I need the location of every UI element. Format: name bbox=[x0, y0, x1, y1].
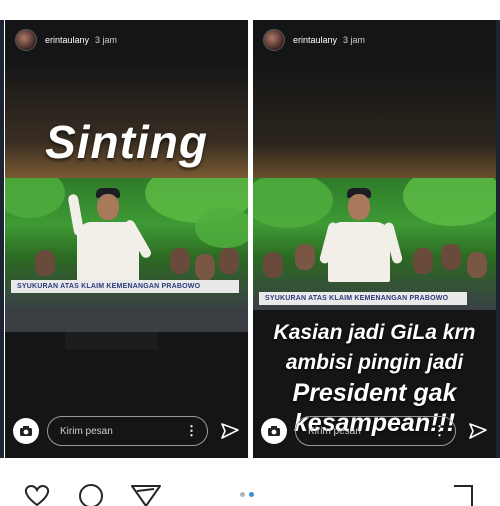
carousel-indicator bbox=[240, 492, 254, 497]
edge-sliver-right bbox=[496, 20, 500, 458]
story-card-right[interactable]: erintaulany 3 jam SYUKURAN ATAS KLAIM KE… bbox=[253, 20, 496, 458]
screen-stand bbox=[65, 332, 158, 350]
send-icon[interactable] bbox=[220, 421, 240, 441]
avatar[interactable] bbox=[263, 29, 285, 51]
edge-sliver-left bbox=[0, 20, 4, 458]
overlay-title: Sinting bbox=[45, 116, 208, 168]
post-time: 3 jam bbox=[343, 35, 366, 45]
news-caption: SYUKURAN ATAS KLAIM KEMENANGAN PRABOWO bbox=[11, 280, 239, 293]
overlay-line: Kasian jadi GiLa krn bbox=[273, 321, 476, 344]
story-header: erintaulany 3 jam bbox=[5, 20, 248, 60]
story-header: erintaulany 3 jam bbox=[253, 20, 496, 60]
heart-icon[interactable] bbox=[22, 484, 52, 506]
more-options-icon[interactable]: ⋮ bbox=[185, 423, 198, 439]
username[interactable]: erintaulany bbox=[293, 35, 337, 45]
camera-icon[interactable] bbox=[261, 418, 287, 444]
bookmark-icon[interactable] bbox=[452, 484, 474, 506]
post-time: 3 jam bbox=[95, 35, 118, 45]
avatar[interactable] bbox=[15, 29, 37, 51]
video-frame: SYUKURAN ATAS KLAIM KEMENANGAN PRABOWO bbox=[253, 178, 496, 310]
message-input[interactable]: Kirim pesan ⋮ bbox=[295, 416, 456, 446]
message-input[interactable]: Kirim pesan ⋮ bbox=[47, 416, 208, 446]
background-frame bbox=[253, 60, 496, 178]
carousel-dot bbox=[240, 492, 245, 497]
overlay-line: ambisi pingin jadi bbox=[285, 351, 464, 374]
news-caption: SYUKURAN ATAS KLAIM KEMENANGAN PRABOWO bbox=[259, 292, 467, 305]
message-placeholder: Kirim pesan bbox=[308, 425, 361, 437]
overlay-line: President gak bbox=[292, 379, 457, 407]
comment-icon[interactable] bbox=[76, 484, 106, 506]
reply-bar: Kirim pesan ⋮ bbox=[261, 416, 488, 446]
video-frame: SYUKURAN ATAS KLAIM KEMENANGAN PRABOWO bbox=[5, 178, 248, 310]
carousel-dot-active bbox=[249, 492, 254, 497]
reply-bar: Kirim pesan ⋮ bbox=[13, 416, 240, 446]
username[interactable]: erintaulany bbox=[45, 35, 89, 45]
share-icon[interactable] bbox=[130, 484, 162, 506]
camera-icon[interactable] bbox=[13, 418, 39, 444]
story-card-left[interactable]: erintaulany 3 jam SYUKURAN ATAS KLAIM KE… bbox=[5, 20, 248, 458]
more-options-icon[interactable]: ⋮ bbox=[433, 423, 446, 439]
screen-bezel bbox=[5, 310, 248, 332]
send-icon[interactable] bbox=[468, 421, 488, 441]
message-placeholder: Kirim pesan bbox=[60, 425, 113, 437]
